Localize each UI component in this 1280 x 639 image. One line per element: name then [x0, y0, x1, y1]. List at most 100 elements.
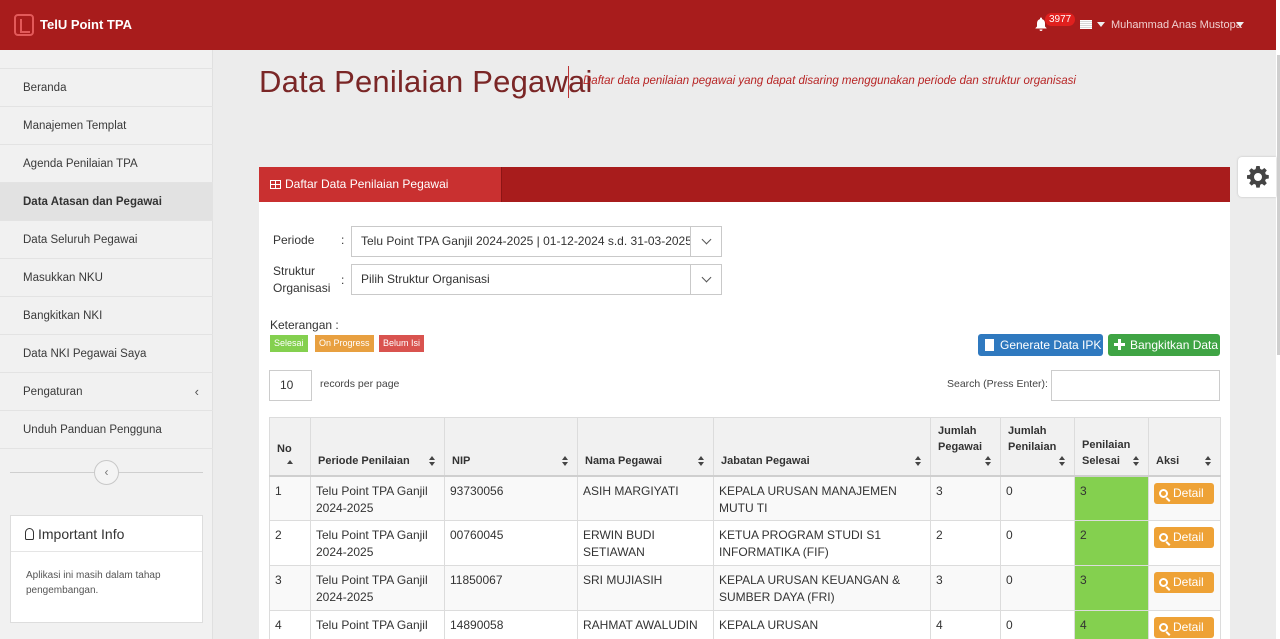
cell-jabatan-line2: SUMBER DAYA (FRI)	[719, 590, 835, 604]
col-jumlah-pegawai-line2: Pegawai	[938, 440, 983, 453]
cell-penilaian-selesai: 3	[1074, 475, 1149, 521]
col-jumlah-penilaian-line2: Penilaian	[1008, 440, 1057, 453]
search-icon	[1159, 533, 1168, 542]
app-logo-icon[interactable]	[14, 14, 34, 36]
tab-daftar-data-penilaian[interactable]: Daftar Data Penilaian Pegawai	[259, 167, 502, 202]
cell-jabatan-line1: KETUA PROGRAM STUDI S1	[719, 528, 882, 542]
col-aksi-label: Aksi	[1156, 454, 1180, 467]
search-icon	[1159, 488, 1168, 498]
cell-nama-line1: ASIH MARGIYATI	[583, 483, 679, 498]
col-periode[interactable]: Periode Penilaian	[310, 417, 445, 477]
col-aksi[interactable]: Aksi	[1148, 417, 1221, 477]
detail-button-label: Detail	[1173, 620, 1204, 634]
cell-nip: 93730056	[444, 475, 578, 521]
col-nip-label: NIP	[452, 454, 471, 467]
sidebar-item-label: Pengaturan	[23, 386, 83, 398]
sidebar-item-agenda-penilaian[interactable]: Agenda Penilaian TPA	[0, 145, 213, 183]
detail-button[interactable]: Detail	[1154, 572, 1214, 593]
sidebar-item-bangkitkan-nki[interactable]: Bangkitkan NKI	[0, 297, 213, 335]
chevron-down-icon[interactable]	[690, 227, 721, 256]
sidebar-item-beranda[interactable]: Beranda	[0, 69, 213, 107]
detail-button[interactable]: Detail	[1154, 527, 1214, 548]
detail-button-label: Detail	[1173, 485, 1204, 500]
sort-icon	[1059, 455, 1066, 467]
cell-periode-line1: Telu Point TPA Ganjil	[316, 483, 428, 498]
table-header-row: No Periode Penilaian NIP Nama Pegawai Ja…	[269, 417, 1221, 477]
cell-periode-line2: 2024-2025	[316, 590, 374, 604]
search-icon	[1159, 578, 1168, 587]
user-caret-icon[interactable]	[1236, 22, 1244, 27]
cell-jumlah-penilaian: 0	[1000, 520, 1075, 566]
notification-badge[interactable]: 3977	[1045, 13, 1076, 26]
sort-icon	[698, 455, 705, 467]
col-nip[interactable]: NIP	[444, 417, 578, 477]
cell-nama: RAHMAT AWALUDIN	[577, 610, 714, 639]
file-icon	[985, 339, 994, 351]
cell-nip: 00760045	[444, 520, 578, 566]
sidebar-item-masukkan-nku[interactable]: Masukkan NKU	[0, 259, 213, 297]
flag-icon[interactable]	[1080, 20, 1092, 29]
sort-icon	[985, 455, 992, 467]
chevron-down-icon[interactable]	[690, 265, 721, 294]
cell-no: 3	[269, 565, 311, 611]
page-length-input[interactable]: 10	[269, 370, 312, 401]
sort-icon	[429, 455, 436, 467]
struktur-label: Struktur Organisasi	[273, 263, 330, 297]
bangkitkan-data-button[interactable]: Bangkitkan Data	[1108, 334, 1220, 356]
panel-header: Daftar Data Penilaian Pegawai	[259, 167, 1230, 202]
col-jabatan[interactable]: Jabatan Pegawai	[713, 417, 931, 477]
struktur-select[interactable]: Pilih Struktur Organisasi	[351, 264, 722, 295]
search-input[interactable]	[1051, 370, 1220, 401]
sidebar-item-manajemen-templat[interactable]: Manajemen Templat	[0, 107, 213, 145]
search-icon	[1159, 623, 1168, 632]
sort-icon	[1133, 455, 1140, 467]
user-menu[interactable]: Muhammad Anas Mustopa	[1111, 19, 1242, 31]
cell-jabatan: KEPALA URUSAN	[713, 610, 931, 639]
sidebar-item-pengaturan[interactable]: Pengaturan ‹	[0, 373, 213, 411]
search-label: Search (Press Enter):	[947, 378, 1048, 390]
sidebar-item-data-seluruh-pegawai[interactable]: Data Seluruh Pegawai	[0, 221, 213, 259]
cell-periode-line2: 2024-2025	[316, 500, 374, 515]
cell-aksi: Detail	[1148, 565, 1221, 611]
sort-asc-icon	[287, 459, 293, 464]
col-jabatan-label: Jabatan Pegawai	[721, 454, 810, 467]
col-penilaian-selesai[interactable]: Penilaian Selesai	[1074, 417, 1149, 477]
detail-button[interactable]: Detail	[1154, 482, 1214, 504]
col-jumlah-pegawai[interactable]: Jumlah Pegawai	[930, 417, 1001, 477]
generate-ipk-button[interactable]: Generate Data IPK	[978, 334, 1103, 356]
language-caret-icon[interactable]	[1097, 22, 1105, 27]
sort-icon	[562, 455, 569, 467]
page-subtitle: Daftar data penilaian pegawai yang dapat…	[583, 75, 1076, 87]
table-row: 1 Telu Point TPA Ganjil 2024-2025 9373005…	[269, 475, 1221, 521]
periode-select[interactable]: Telu Point TPA Ganjil 2024-2025 | 01-12-…	[351, 226, 722, 257]
detail-button[interactable]: Detail	[1154, 617, 1214, 638]
cell-nama-line2: SETIAWAN	[583, 545, 645, 559]
cell-periode-line2: 2024-2025	[316, 545, 374, 559]
cell-nama-line1: SRI MUJIASIH	[583, 573, 663, 587]
periode-label: Periode	[273, 233, 315, 247]
legend-label: Keterangan :	[270, 318, 339, 332]
cell-jabatan-line1: KEPALA URUSAN	[719, 618, 819, 632]
sort-icon	[1205, 455, 1212, 467]
struktur-select-value: Pilih Struktur Organisasi	[361, 272, 490, 286]
sidebar-item-unduh-panduan[interactable]: Unduh Panduan Pengguna	[0, 411, 213, 449]
col-jumlah-penilaian[interactable]: Jumlah Penilaian	[1000, 417, 1075, 477]
cell-jumlah-pegawai: 3	[930, 475, 1001, 521]
settings-toggle[interactable]	[1238, 157, 1276, 197]
cell-periode: Telu Point TPA Ganjil 2024-2025	[310, 565, 445, 611]
sidebar-menu: Beranda Manajemen Templat Agenda Penilai…	[0, 68, 213, 449]
cell-nama: ERWIN BUDI SETIAWAN	[577, 520, 714, 566]
sidebar-item-data-nki-saya[interactable]: Data NKI Pegawai Saya	[0, 335, 213, 373]
sidebar-item-label: Data Seluruh Pegawai	[23, 234, 138, 246]
cell-jabatan: KETUA PROGRAM STUDI S1 INFORMATIKA (FIF)	[713, 520, 931, 566]
sidebar-collapse-button[interactable]: ‹	[94, 460, 119, 485]
cell-jumlah-pegawai: 3	[930, 565, 1001, 611]
cell-periode: Telu Point TPA Ganjil	[310, 610, 445, 639]
col-nama[interactable]: Nama Pegawai	[577, 417, 714, 477]
legend-selesai: Selesai	[270, 335, 308, 352]
cell-penilaian-selesai: 2	[1074, 520, 1149, 566]
table-icon	[270, 180, 281, 189]
sidebar-item-data-atasan-pegawai[interactable]: Data Atasan dan Pegawai	[0, 183, 213, 221]
col-no[interactable]: No	[269, 417, 311, 477]
app-title[interactable]: TelU Point TPA	[40, 17, 132, 32]
